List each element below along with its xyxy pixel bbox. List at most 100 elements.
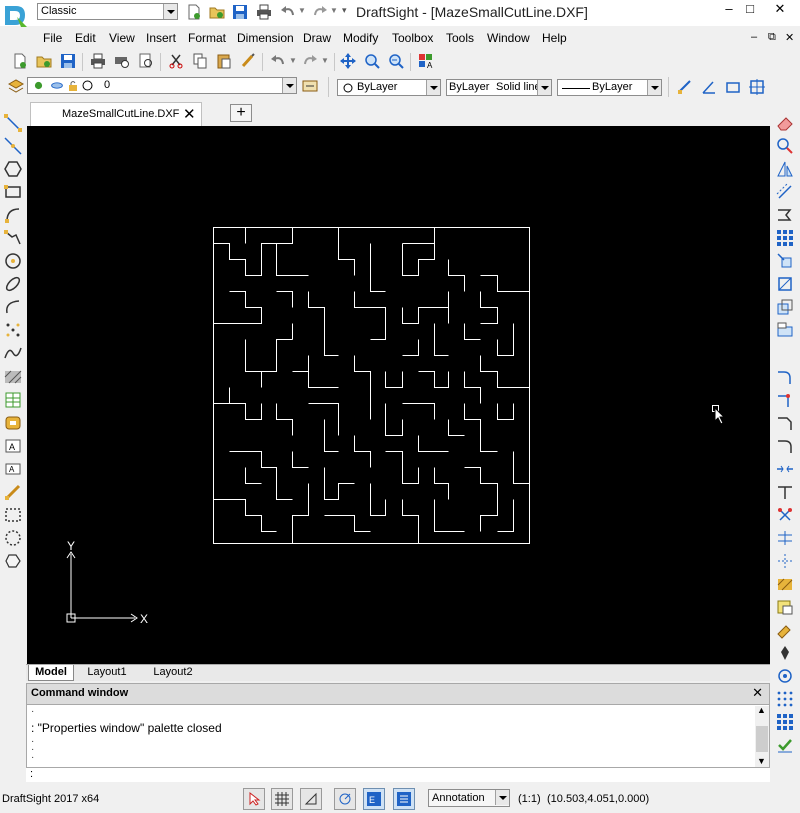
grid-icon[interactable] <box>776 713 794 731</box>
chevron-down-icon[interactable] <box>282 78 296 93</box>
open-document-icon[interactable] <box>209 4 225 20</box>
document-restore-button[interactable]: ⧉ <box>768 31 776 44</box>
tab-model[interactable]: Model <box>28 665 74 681</box>
menu-help[interactable]: Help <box>542 31 567 45</box>
new-document-icon[interactable] <box>186 4 202 20</box>
command-scrollbar[interactable]: ▲ ▼ <box>755 705 769 767</box>
split-icon[interactable] <box>776 529 794 547</box>
move-icon[interactable] <box>776 252 794 270</box>
document-close-button[interactable]: ✕ <box>785 31 794 44</box>
redo-icon[interactable] <box>302 53 318 69</box>
menu-dimension[interactable]: Dimension <box>237 31 294 45</box>
menu-draw[interactable]: Draw <box>303 31 331 45</box>
menu-file[interactable]: File <box>43 31 62 45</box>
print-preview-icon[interactable] <box>114 53 130 69</box>
menu-format[interactable]: Format <box>188 31 226 45</box>
stretch-icon[interactable] <box>776 321 794 339</box>
chevron-down-icon[interactable] <box>163 4 177 19</box>
redo-icon[interactable] <box>312 4 328 20</box>
print-icon[interactable] <box>90 53 106 69</box>
chevron-down-icon[interactable] <box>495 790 509 805</box>
undo-dropdown-icon[interactable]: ▼ <box>298 6 306 15</box>
orbit-icon[interactable] <box>776 667 794 685</box>
tab-layout1[interactable]: Layout1 <box>76 665 138 680</box>
layer-on-icon[interactable] <box>34 81 43 90</box>
chevron-down-icon[interactable] <box>537 80 551 95</box>
fillet-icon[interactable] <box>776 368 794 386</box>
pan-icon[interactable] <box>340 53 356 69</box>
menu-modify[interactable]: Modify <box>343 31 378 45</box>
edit-text-icon[interactable] <box>776 621 794 639</box>
paste-icon[interactable] <box>216 53 232 69</box>
distance-icon[interactable] <box>677 79 693 95</box>
customize-quick-access-icon[interactable]: ▾ <box>342 5 347 16</box>
layer-previous-icon[interactable] <box>302 78 318 94</box>
offset-icon[interactable] <box>776 183 794 201</box>
ellipse-icon[interactable] <box>4 275 22 293</box>
esnap-toggle[interactable]: E <box>363 788 385 810</box>
hatch-icon[interactable] <box>4 368 22 386</box>
save-icon[interactable] <box>60 53 76 69</box>
menu-view[interactable]: View <box>109 31 135 45</box>
zoom-realtime-icon[interactable] <box>364 53 380 69</box>
polygon-icon[interactable] <box>4 160 22 178</box>
command-input[interactable]: : <box>26 768 770 782</box>
snap-toggle[interactable] <box>243 788 265 810</box>
redo-dropdown-icon[interactable]: ▼ <box>330 6 338 15</box>
snap-icon[interactable] <box>776 690 794 708</box>
polyline-icon[interactable] <box>4 229 22 247</box>
open-icon[interactable] <box>36 53 52 69</box>
break-icon[interactable] <box>776 460 794 478</box>
explode-icon[interactable] <box>776 506 794 524</box>
scrollbar-thumb[interactable] <box>756 726 768 752</box>
zoom-previous-icon[interactable] <box>388 53 404 69</box>
menu-insert[interactable]: Insert <box>146 31 176 45</box>
chevron-down-icon[interactable] <box>426 80 440 95</box>
line-icon[interactable] <box>4 114 22 132</box>
linestyle-dropdown[interactable]: ByLayer Solid line <box>446 79 552 96</box>
redo-dropdown-icon[interactable]: ▼ <box>321 56 329 65</box>
trim-icon[interactable] <box>776 483 794 501</box>
tab-layout2[interactable]: Layout2 <box>142 665 204 680</box>
menu-edit[interactable]: Edit <box>75 31 96 45</box>
undo-dropdown-icon[interactable]: ▼ <box>289 56 297 65</box>
lengthen-icon[interactable] <box>776 391 794 409</box>
menu-tools[interactable]: Tools <box>446 31 474 45</box>
document-minimize-button[interactable]: – <box>751 31 757 43</box>
chevron-down-icon[interactable] <box>647 80 661 95</box>
page-preview-icon[interactable] <box>138 53 154 69</box>
layer-dropdown[interactable]: 0 <box>27 77 297 94</box>
pen-icon[interactable] <box>776 644 794 662</box>
wipeout-icon[interactable] <box>4 529 22 547</box>
block-icon[interactable] <box>4 414 22 432</box>
spline-icon[interactable] <box>4 344 22 362</box>
document-tab[interactable]: MazeSmallCutLine.DXF ✕ <box>30 102 202 126</box>
drawing-canvas[interactable]: Y X <box>27 126 770 664</box>
array-icon[interactable] <box>776 229 794 247</box>
polar-toggle[interactable] <box>334 788 356 810</box>
layer-freeze-icon[interactable] <box>50 81 64 90</box>
edit-hatch-icon[interactable] <box>776 575 794 593</box>
check-icon[interactable] <box>776 736 794 754</box>
eraser-icon[interactable] <box>776 114 794 132</box>
mirror-icon[interactable] <box>776 160 794 178</box>
note-icon[interactable]: A <box>4 437 22 455</box>
draftsight-logo[interactable] <box>3 3 29 29</box>
undo-icon[interactable] <box>280 4 296 20</box>
close-tab-button[interactable]: ✕ <box>183 105 196 123</box>
layer-lock-icon[interactable] <box>68 80 78 91</box>
table-icon[interactable] <box>4 391 22 409</box>
point-icon[interactable] <box>4 321 22 339</box>
lineweight-dropdown[interactable]: ByLayer <box>557 79 662 96</box>
etrack-toggle[interactable] <box>393 788 415 810</box>
copy-icon[interactable] <box>192 53 208 69</box>
simple-note-icon[interactable]: A <box>4 460 22 478</box>
id-point-icon[interactable] <box>749 79 765 95</box>
scroll-up-icon[interactable]: ▲ <box>757 705 766 715</box>
revision-cloud-icon[interactable] <box>4 506 22 524</box>
arc-icon[interactable] <box>4 206 22 224</box>
cut-icon[interactable] <box>168 53 184 69</box>
markup-icon[interactable] <box>4 483 22 501</box>
ellipse-arc-icon[interactable] <box>4 298 22 316</box>
annotation-scale-dropdown[interactable]: Annotation <box>428 789 510 807</box>
